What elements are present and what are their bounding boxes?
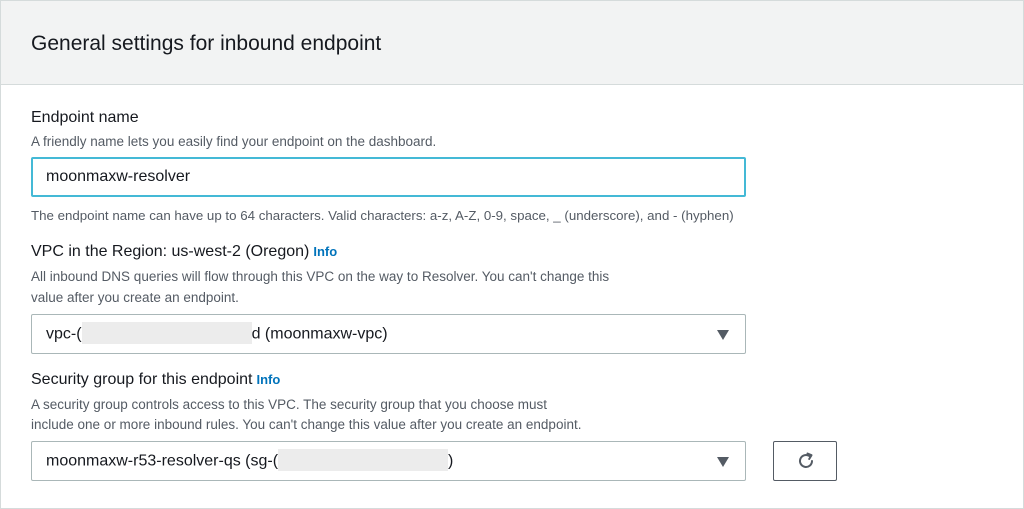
vpc-selected-value: vpc-( d (moonmaxw-vpc): [46, 322, 388, 344]
vpc-label: VPC in the Region: us-west-2 (Oregon) Inf…: [31, 243, 337, 261]
redacted-region: [81, 322, 252, 344]
vpc-label-text: VPC in the Region: us-west-2 (Oregon): [31, 243, 310, 260]
vpc-selected-prefix: vpc-(: [46, 325, 82, 343]
security-group-description-line1: A security group controls access to this…: [31, 397, 547, 412]
refresh-icon: [799, 452, 813, 468]
security-group-label-text: Security group for this endpoint: [31, 371, 253, 388]
redacted-region: [278, 449, 449, 471]
endpoint-name-input[interactable]: [31, 157, 746, 197]
vpc-description-line1: All inbound DNS queries will flow throug…: [31, 269, 610, 284]
panel-title: General settings for inbound endpoint: [31, 32, 382, 55]
security-group-description-line2: include one or more inbound rules. You c…: [31, 417, 582, 432]
security-group-selected-prefix: moonmaxw-r53-resolver-qs (sg-(: [46, 452, 279, 470]
caret-down-icon: [717, 457, 729, 467]
security-group-select[interactable]: moonmaxw-r53-resolver-qs (sg-(): [31, 441, 746, 481]
vpc-selected-suffix: d (moonmaxw-vpc): [251, 325, 388, 343]
vpc-description-line2: value after you create an endpoint.: [31, 290, 239, 305]
caret-down-icon: [717, 330, 729, 340]
panel-header: General settings for inbound endpoint: [1, 1, 1023, 85]
refresh-button[interactable]: [773, 441, 837, 481]
general-settings-panel: General settings for inbound endpoint En…: [0, 0, 1024, 509]
security-group-label: Security group for this endpoint Info: [31, 371, 280, 389]
vpc-select[interactable]: vpc-( d (moonmaxw-vpc): [31, 314, 746, 354]
vpc-info-link[interactable]: Info: [313, 244, 337, 259]
endpoint-name-label: Endpoint name: [31, 109, 139, 126]
security-group-info-link[interactable]: Info: [256, 372, 280, 387]
security-group-selected-suffix: ): [448, 452, 454, 470]
security-group-selected-value: moonmaxw-r53-resolver-qs (sg-(): [46, 449, 454, 471]
endpoint-name-description: A friendly name lets you easily find you…: [31, 134, 437, 149]
endpoint-name-constraint: The endpoint name can have up to 64 char…: [31, 208, 734, 223]
